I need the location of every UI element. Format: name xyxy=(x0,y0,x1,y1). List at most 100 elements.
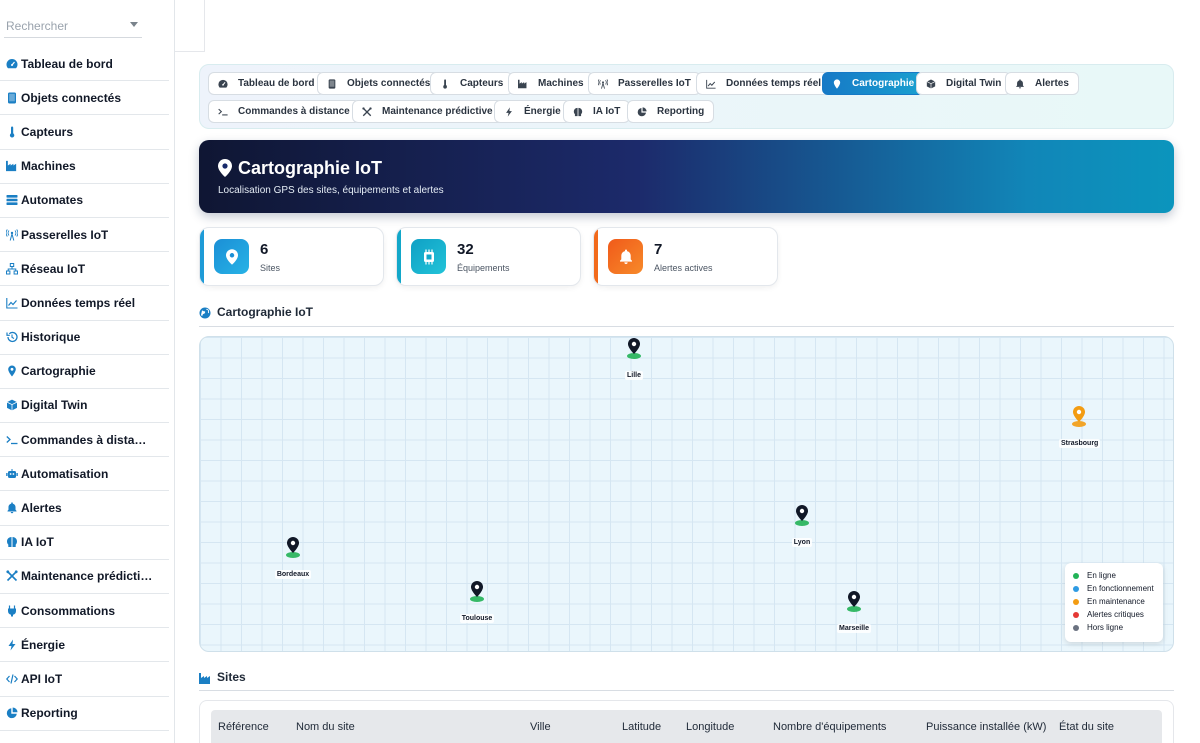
legend-item: En maintenance xyxy=(1073,595,1163,608)
chart-pie-icon xyxy=(637,106,652,117)
sidebar-item-3[interactable]: Machines xyxy=(0,150,169,184)
sidebar-item-5[interactable]: Passerelles IoT xyxy=(0,218,169,253)
sidebar-item-8[interactable]: Historique xyxy=(0,321,169,355)
table-header-cell[interactable]: Ville xyxy=(530,721,551,733)
table-header-cell[interactable]: Référence xyxy=(218,721,269,733)
stat-value: 6 xyxy=(260,241,269,258)
map-marker[interactable]: Marseille xyxy=(834,590,874,635)
map-marker-label: Lille xyxy=(624,371,643,380)
history-icon xyxy=(5,330,19,344)
page-subtitle: Localisation GPS des sites, équipements … xyxy=(218,185,444,196)
legend-dot xyxy=(1073,611,1079,618)
stat-label: Sites xyxy=(260,263,281,273)
legend-item: Hors ligne xyxy=(1073,621,1163,634)
tab-13[interactable]: Reporting xyxy=(627,100,715,123)
map-pin-icon xyxy=(214,239,249,274)
legend-dot xyxy=(1073,572,1079,579)
tools-icon xyxy=(362,106,377,117)
tab-label: Cartographie xyxy=(852,78,915,89)
sidebar-item-label: IA IoT xyxy=(21,535,54,550)
sidebar-item-11[interactable]: Commandes à dista… xyxy=(0,423,169,458)
sidebar-item-label: Objets connectés xyxy=(21,90,122,105)
bell-icon xyxy=(5,501,19,515)
stat-accent-bar xyxy=(397,228,401,285)
tab-3[interactable]: Machines xyxy=(508,72,594,95)
sidebar-item-15[interactable]: Maintenance prédicti… xyxy=(0,560,169,594)
map-marker[interactable]: Lille xyxy=(614,337,654,382)
sidebar-item-14[interactable]: IA IoT xyxy=(0,526,169,560)
tab-10[interactable]: Maintenance prédictive xyxy=(352,100,503,123)
table-header-cell[interactable]: Nombre d'équipements xyxy=(773,721,886,733)
tab-11[interactable]: Énergie xyxy=(494,100,571,123)
code-icon xyxy=(5,672,19,686)
sidebar-item-label: API IoT xyxy=(21,671,63,686)
map-canvas[interactable]: Lille Strasbourg Lyon Bordeaux Toulouse Marse… xyxy=(199,336,1174,652)
tab-6[interactable]: Cartographie xyxy=(822,72,925,95)
chevron-down-icon[interactable] xyxy=(130,22,138,27)
sidebar-item-label: Machines xyxy=(21,159,76,174)
sidebar-item-2[interactable]: Capteurs xyxy=(0,115,169,150)
sidebar-item-9[interactable]: Cartographie xyxy=(0,355,169,389)
tab-4[interactable]: Passerelles IoT xyxy=(588,72,701,95)
sidebar-item-label: Tableau de bord xyxy=(21,56,113,71)
module-tabs: Tableau de bord Objets connectés Capteurs M… xyxy=(199,64,1174,129)
tab-8[interactable]: Alertes xyxy=(1005,72,1079,95)
tab-12[interactable]: IA IoT xyxy=(563,100,631,123)
stat-card-alertes: 7 Alertes actives xyxy=(593,227,778,286)
map-marker[interactable]: Lyon xyxy=(782,504,822,549)
stat-label: Alertes actives xyxy=(654,263,713,273)
sidebar-item-19[interactable]: Reporting xyxy=(0,697,169,731)
brain-icon xyxy=(573,107,588,117)
sidebar-item-17[interactable]: Énergie xyxy=(0,628,169,663)
sidebar-item-label: Cartographie xyxy=(21,364,96,379)
tab-9[interactable]: Commandes à distance xyxy=(208,100,360,123)
search-select[interactable]: Rechercher xyxy=(4,14,142,38)
tab-label: Digital Twin xyxy=(946,78,1002,89)
map-pin-icon xyxy=(1059,405,1099,432)
sidebar-item-7[interactable]: Données temps réel xyxy=(0,286,169,321)
industry-icon xyxy=(518,79,533,89)
table-header-cell[interactable]: Latitude xyxy=(622,721,661,733)
sidebar-item-label: Reporting xyxy=(21,706,78,721)
sidebar-item-18[interactable]: API IoT xyxy=(0,662,169,697)
sidebar-item-4[interactable]: Automates xyxy=(0,184,169,218)
legend-item: Alertes critiques xyxy=(1073,608,1163,621)
tab-5[interactable]: Données temps réel xyxy=(696,72,832,95)
tab-1[interactable]: Objets connectés xyxy=(317,72,441,95)
sidebar-item-12[interactable]: Automatisation xyxy=(0,457,169,492)
stat-label: Équipements xyxy=(457,263,510,273)
map-pin-icon xyxy=(614,337,654,364)
map-legend: En ligne En fonctionnement En maintenance A… xyxy=(1065,563,1163,642)
table-header-cell[interactable]: État du site xyxy=(1059,721,1114,733)
sidebar-item-label: Données temps réel xyxy=(21,295,136,310)
tab-7[interactable]: Digital Twin xyxy=(916,72,1012,95)
map-marker[interactable]: Strasbourg xyxy=(1059,405,1101,450)
map-marker[interactable]: Toulouse xyxy=(457,580,497,625)
gauge-icon xyxy=(218,79,233,89)
sidebar-item-6[interactable]: Réseau IoT xyxy=(0,252,169,287)
map-marker[interactable]: Bordeaux xyxy=(273,536,313,581)
table-header-cell[interactable]: Puissance installée (kW) xyxy=(926,721,1046,733)
sidebar-item-0[interactable]: Tableau de bord xyxy=(0,47,169,82)
sidebar-item-1[interactable]: Objets connectés xyxy=(0,81,169,116)
page-title: Cartographie IoT xyxy=(238,158,383,178)
sidebar-item-label: Commandes à dista… xyxy=(21,432,147,447)
map-section-title: Cartographie IoT xyxy=(217,305,314,319)
sidebar-item-10[interactable]: Digital Twin xyxy=(0,389,169,424)
sites-section-title: Sites xyxy=(217,670,246,684)
tab-2[interactable]: Capteurs xyxy=(430,72,514,95)
tab-label: Maintenance prédictive xyxy=(382,106,493,117)
sidebar-item-13[interactable]: Alertes xyxy=(0,491,169,526)
sidebar-item-label: Maintenance prédicti… xyxy=(21,569,153,584)
globe-icon xyxy=(199,306,211,324)
chip-icon xyxy=(411,239,446,274)
table-header-cell[interactable]: Nom du site xyxy=(296,721,355,733)
stat-accent-bar xyxy=(594,228,598,285)
tab-label: Commandes à distance xyxy=(238,106,350,117)
map-pin-icon xyxy=(5,364,19,378)
bell-icon xyxy=(608,239,643,274)
plug-icon xyxy=(5,604,19,618)
sidebar-item-16[interactable]: Consommations xyxy=(0,594,169,629)
table-header-cell[interactable]: Longitude xyxy=(686,721,734,733)
tab-0[interactable]: Tableau de bord xyxy=(208,72,325,95)
